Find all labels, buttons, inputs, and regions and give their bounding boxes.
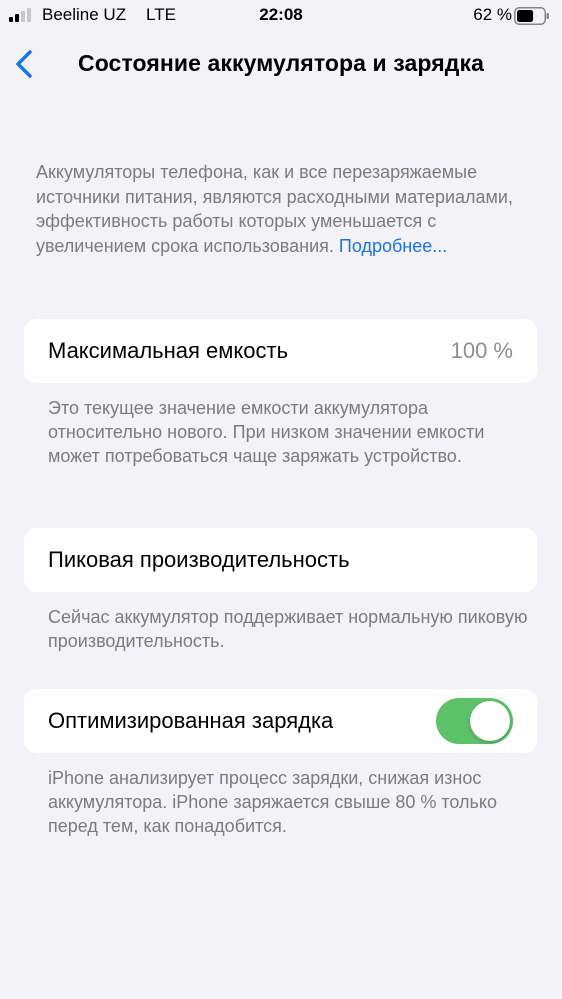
max-capacity-label: Максимальная емкость — [48, 338, 289, 363]
toggle-knob — [470, 701, 510, 741]
navigation-bar: Состояние аккумулятора и зарядка — [0, 38, 562, 90]
peak-performance-label: Пиковая производительность — [48, 547, 350, 572]
status-bar: Beeline UZ LTE 22:08 62 % — [0, 0, 562, 32]
learn-more-link[interactable]: Подробнее... — [339, 236, 447, 256]
page-title: Состояние аккумулятора и зарядка — [78, 50, 484, 76]
max-capacity-value: 100 % — [450, 338, 513, 363]
peak-performance-footnote: Сейчас аккумулятор поддерживает нормальн… — [48, 607, 528, 651]
battery-icon — [514, 7, 549, 25]
optimized-charging-label: Оптимизированная зарядка — [48, 708, 334, 733]
max-capacity-row: Максимальная емкость 100 % — [24, 319, 537, 383]
battery-fill — [517, 10, 534, 22]
max-capacity-footnote: Это текущее значение емкости аккумулятор… — [48, 398, 485, 466]
optimized-charging-footnote: iPhone анализирует процесс зарядки, сниж… — [48, 768, 497, 836]
optimized-charging-row: Оптимизированная зарядка — [24, 689, 537, 753]
intro-text: Аккумуляторы телефона, как и все перезар… — [36, 160, 531, 258]
optimized-charging-toggle[interactable] — [436, 698, 513, 744]
battery-percentage: 62 % — [473, 5, 512, 24]
peak-performance-row: Пиковая производительность — [24, 528, 537, 592]
